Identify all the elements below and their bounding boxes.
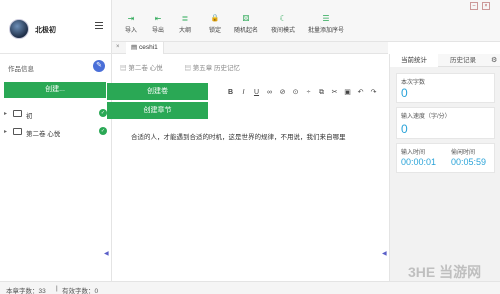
sidebar: 北极初 作品信息 ✎ 创建... ▸ 初 ✓ ▸ 第二卷 心悦 ✓ [0, 0, 112, 281]
batch-number-label: 批量添加序号 [307, 28, 344, 34]
avatar[interactable] [9, 19, 29, 39]
chapter-char-count: 本章字数：33 [6, 288, 46, 294]
create-dropdown: 创建卷 创建章节 [107, 83, 208, 120]
chapter-chars-card: 本次字数 0 [396, 73, 495, 103]
outline-button[interactable]: ≣ 大纲 [170, 14, 200, 34]
idle-time-label: 偷闲时间 [451, 150, 476, 156]
works-header: 作品信息 ✎ [0, 58, 112, 76]
tab-current-stats[interactable]: 当前统计 [390, 54, 438, 67]
create-volume-item[interactable]: 创建卷 [107, 83, 208, 100]
tab-label: ceshi1 [138, 44, 158, 51]
gear-icon[interactable]: ⚙ [491, 56, 497, 64]
file-icon: ▤ [131, 44, 139, 51]
cut-icon[interactable]: ✂ [328, 88, 341, 96]
underline-button[interactable]: U [250, 89, 263, 96]
volume-label: 第二卷 心悦 [128, 65, 163, 72]
bold-button[interactable]: B [224, 89, 237, 96]
target-icon[interactable]: ⊙ [289, 88, 302, 96]
random-name-button[interactable]: ⚄ 随机起名 [228, 14, 264, 34]
random-name-label: 随机起名 [233, 28, 258, 34]
batch-number-button[interactable]: ☰ 批量添加序号 [302, 14, 350, 34]
username: 北极初 [35, 27, 56, 34]
volume-breadcrumb[interactable]: ▤ 第二卷 心悦 [120, 65, 173, 72]
chapter-chars-label: 本次字数 [401, 80, 426, 86]
create-chapter-item[interactable]: 创建章节 [107, 102, 208, 119]
chapter-breadcrumb[interactable]: ▤ 第五章 历史记忆 [184, 65, 250, 72]
minimize-button[interactable]: – [470, 2, 478, 10]
link-icon[interactable]: ∞ [263, 89, 276, 96]
redo-icon[interactable]: ↷ [367, 88, 380, 96]
list-number-icon: ☰ [322, 14, 330, 23]
tree-item-label: 第二卷 心悦 [26, 131, 61, 138]
undo-icon[interactable]: ↶ [354, 88, 367, 96]
outline-icon: ≣ [181, 14, 189, 23]
stats-panel: 当前统计 历史记录 ⚙ 本次字数 0 输入速度（字/分） 0 输入时间 00:0… [389, 54, 500, 281]
profile-section: 北极初 [0, 0, 112, 54]
lock-icon: 🔒 [210, 15, 220, 22]
idle-time-value: 00:05:59 [451, 157, 487, 167]
status-divider: | [56, 285, 58, 292]
create-button[interactable]: 创建... [4, 82, 106, 98]
unlink-icon[interactable]: ⊘ [276, 88, 289, 96]
speed-label: 输入速度（字/分） [401, 114, 451, 120]
format-toolbar: B I U ∞ ⊘ ⊙ ÷ ⧉ ✂ ▣ ↶ ↷ [224, 88, 380, 98]
check-icon: ✓ [99, 109, 107, 117]
outline-label: 大纲 [178, 28, 191, 34]
collapse-left-icon[interactable]: ◀ [104, 250, 109, 257]
editor-content[interactable]: 合适的人，才能遇到合适的时机，这是世界的规律，不用说，我们来自哪里 [131, 131, 346, 141]
tab-history[interactable]: 历史记录 [438, 54, 488, 67]
divide-icon[interactable]: ÷ [302, 89, 315, 96]
works-title: 作品信息 [8, 66, 34, 73]
close-tab-icon[interactable]: × [116, 44, 120, 50]
night-mode-label: 夜间模式 [270, 28, 295, 34]
folder-icon [13, 110, 22, 117]
tree-item-label: 初 [26, 113, 33, 120]
lock-button[interactable]: 🔒 锁定 [200, 14, 230, 34]
frame-icon[interactable]: ▣ [341, 88, 354, 96]
export-button[interactable]: ⇤ 导出 [143, 14, 173, 34]
italic-button[interactable]: I [237, 89, 250, 96]
tab-bar: × ▤ ceshi1 [112, 42, 388, 54]
idle-time: 偷闲时间 00:05:59 [447, 144, 496, 174]
night-mode-button[interactable]: ☾ 夜间模式 [265, 14, 301, 34]
import-button[interactable]: ⇥ 导入 [116, 14, 146, 34]
copy-icon[interactable]: ⧉ [315, 89, 328, 97]
input-time-value: 00:00:01 [401, 157, 437, 167]
hamburger-menu-icon[interactable] [95, 22, 103, 29]
expand-arrow-icon[interactable]: ▸ [4, 128, 7, 135]
moon-icon: ☾ [279, 14, 287, 23]
expand-arrow-icon[interactable]: ▸ [4, 110, 7, 117]
speed-card: 输入速度（字/分） 0 [396, 107, 495, 139]
valid-char-count: 有效字数：0 [62, 288, 99, 294]
collapse-right-icon[interactable]: ◀ [382, 250, 387, 257]
status-bar: 本章字数：33 | 有效字数：0 [0, 281, 500, 294]
lock-label: 锁定 [208, 28, 221, 34]
breadcrumb: ▤ 第二卷 心悦 ▤ 第五章 历史记忆 [120, 62, 260, 72]
tree-item-volume-1[interactable]: ▸ 初 ✓ [4, 108, 108, 120]
edit-icon[interactable]: ✎ [93, 60, 105, 72]
watermark-logo: 3HE 当游网 [408, 264, 482, 280]
export-label: 导出 [151, 28, 164, 34]
chapter-chars-value: 0 [401, 86, 408, 100]
export-icon: ⇤ [154, 14, 162, 23]
chapter-label: 第五章 历史记忆 [192, 65, 241, 72]
stats-tabs: 当前统计 历史记录 ⚙ [390, 54, 500, 67]
import-icon: ⇥ [127, 14, 135, 23]
folder-icon [13, 128, 22, 135]
input-time-label: 输入时间 [401, 150, 426, 156]
time-card: 输入时间 00:00:01 偷闲时间 00:05:59 [396, 143, 495, 173]
tree-item-volume-2[interactable]: ▸ 第二卷 心悦 ✓ [4, 126, 108, 138]
main-toolbar: ⇥ 导入 ⇤ 导出 ≣ 大纲 🔒 锁定 ⚄ 随机起名 ☾ 夜间模式 ☰ 批量添加… [112, 0, 500, 42]
speed-value: 0 [401, 122, 408, 136]
close-button[interactable]: × [482, 2, 490, 10]
check-icon: ✓ [99, 127, 107, 135]
import-label: 导入 [124, 28, 137, 34]
input-time: 输入时间 00:00:01 [397, 144, 446, 174]
tab-ceshi1[interactable]: ▤ ceshi1 [126, 42, 164, 54]
random-name-icon: ⚄ [242, 14, 250, 23]
